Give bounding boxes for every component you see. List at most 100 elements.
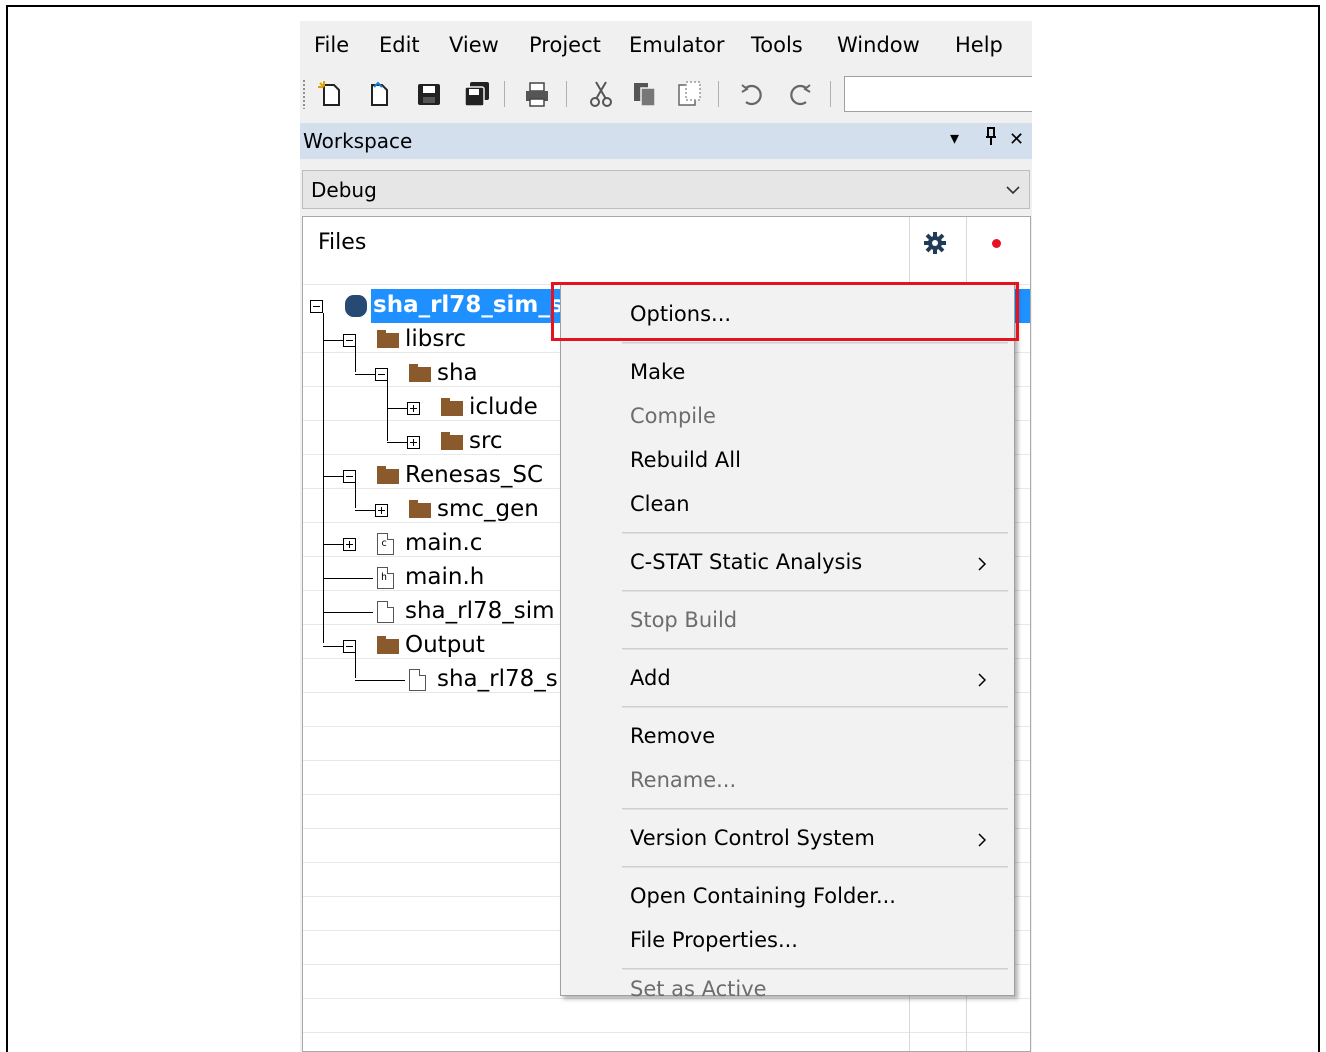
folder-icon (441, 398, 463, 416)
expand-icon[interactable] (407, 436, 420, 449)
toolbar-search-combo[interactable] (844, 76, 1032, 112)
new-file-icon[interactable] (316, 79, 346, 109)
toolbar-grip[interactable] (302, 79, 306, 109)
collapse-icon[interactable] (343, 334, 356, 347)
build-status-dot-icon (992, 239, 1001, 248)
configuration-value: Debug (311, 178, 377, 202)
tree-node-label: main.c (405, 530, 483, 556)
configuration-select[interactable]: Debug (302, 170, 1030, 209)
files-header: Files (303, 217, 1030, 267)
tree-node-label: smc_gen (437, 496, 539, 522)
tree-node-label: sha_rl78_sim (405, 598, 555, 624)
menu-item-remove[interactable]: Remove (561, 717, 1014, 757)
chevron-right-icon (978, 673, 987, 687)
expand-icon[interactable] (375, 504, 388, 517)
menu-emulator[interactable]: Emulator (629, 33, 724, 57)
toolbar-separator (830, 81, 831, 107)
menu-file[interactable]: File (314, 33, 349, 57)
collapse-icon[interactable] (375, 368, 388, 381)
file-icon (409, 669, 426, 691)
folder-icon (377, 636, 399, 654)
menu-item-make[interactable]: Make (561, 353, 1014, 393)
menu-help[interactable]: Help (955, 33, 1003, 57)
menu-item-file-properties[interactable]: File Properties... (561, 921, 1014, 961)
collapse-icon[interactable] (310, 300, 323, 313)
menu-item-rebuild-all[interactable]: Rebuild All (561, 441, 1014, 481)
toolbar (300, 73, 1032, 117)
close-icon[interactable]: ✕ (1009, 129, 1024, 150)
menu-separator (622, 532, 1008, 534)
workspace-dropdown-icon[interactable]: ▾ (950, 128, 959, 149)
tree-line (323, 612, 373, 613)
tree-node-label: main.h (405, 564, 485, 590)
save-all-icon[interactable] (462, 79, 492, 109)
c-file-icon: c (377, 533, 394, 555)
tree-node-label: libsrc (405, 326, 466, 352)
h-file-icon: h (377, 567, 394, 589)
file-icon (377, 601, 394, 623)
menu-item-open-containing-folder[interactable]: Open Containing Folder... (561, 877, 1014, 917)
folder-icon (377, 330, 399, 348)
chevron-down-icon (1006, 186, 1020, 195)
tree-node-label: sha_rl78_s (437, 666, 558, 692)
tree-line (387, 381, 388, 441)
menu-separator (622, 648, 1008, 650)
menu-item-set-as-active[interactable]: Set as Active (561, 977, 1014, 1001)
undo-icon[interactable] (738, 79, 768, 109)
folder-icon (409, 364, 431, 382)
menu-project[interactable]: Project (529, 33, 601, 57)
menu-separator (622, 342, 1008, 344)
print-icon[interactable] (522, 79, 552, 109)
tree-node-label: iclude (469, 394, 538, 420)
menu-separator (622, 968, 1008, 970)
tree-node-label: Output (405, 632, 485, 658)
menu-tools[interactable]: Tools (751, 33, 803, 57)
tree-node-label: Renesas_SC (405, 462, 544, 488)
save-icon[interactable] (414, 79, 444, 109)
toolbar-separator (504, 81, 505, 107)
menu-bar: File Edit View Project Emulator Tools Wi… (300, 29, 1032, 63)
expand-icon[interactable] (407, 402, 420, 415)
paste-icon[interactable] (674, 79, 704, 109)
collapse-icon[interactable] (343, 470, 356, 483)
tree-line (323, 578, 373, 579)
folder-icon (441, 432, 463, 450)
project-icon (345, 295, 367, 317)
toolbar-separator (566, 81, 567, 107)
cut-icon[interactable] (586, 79, 616, 109)
folder-icon (409, 500, 431, 518)
menu-item-rename[interactable]: Rename... (561, 761, 1014, 801)
menu-view[interactable]: View (449, 33, 499, 57)
menu-item-clean[interactable]: Clean (561, 485, 1014, 525)
menu-separator (622, 866, 1008, 868)
tree-line (323, 347, 324, 487)
menu-separator (622, 590, 1008, 592)
highlight-box (551, 282, 1019, 341)
expand-icon[interactable] (343, 538, 356, 551)
pin-icon[interactable] (984, 125, 998, 152)
copy-icon[interactable] (630, 79, 660, 109)
menu-separator (622, 808, 1008, 810)
chevron-right-icon (978, 833, 987, 847)
toolbar-separator (718, 81, 719, 107)
open-file-icon[interactable] (364, 79, 394, 109)
workspace-title: Workspace (303, 129, 413, 153)
redo-icon[interactable] (784, 79, 814, 109)
tree-line (355, 483, 356, 508)
chevron-right-icon (978, 557, 987, 571)
collapse-icon[interactable] (343, 640, 356, 653)
tree-line (355, 680, 405, 681)
folder-icon (377, 466, 399, 484)
tree-node-label: sha (437, 360, 478, 386)
menu-item-version-control[interactable]: Version Control System (561, 819, 1014, 859)
menu-separator (622, 706, 1008, 708)
menu-item-c-stat[interactable]: C-STAT Static Analysis (561, 543, 1014, 583)
menu-window[interactable]: Window (837, 33, 920, 57)
menu-item-add[interactable]: Add (561, 659, 1014, 699)
menu-item-compile[interactable]: Compile (561, 397, 1014, 437)
menu-edit[interactable]: Edit (379, 33, 420, 57)
gear-icon[interactable] (923, 231, 947, 255)
menu-item-stop-build[interactable]: Stop Build (561, 601, 1014, 641)
files-header-label: Files (318, 230, 367, 255)
workspace-title-bar: Workspace ▾ ✕ (300, 123, 1032, 159)
